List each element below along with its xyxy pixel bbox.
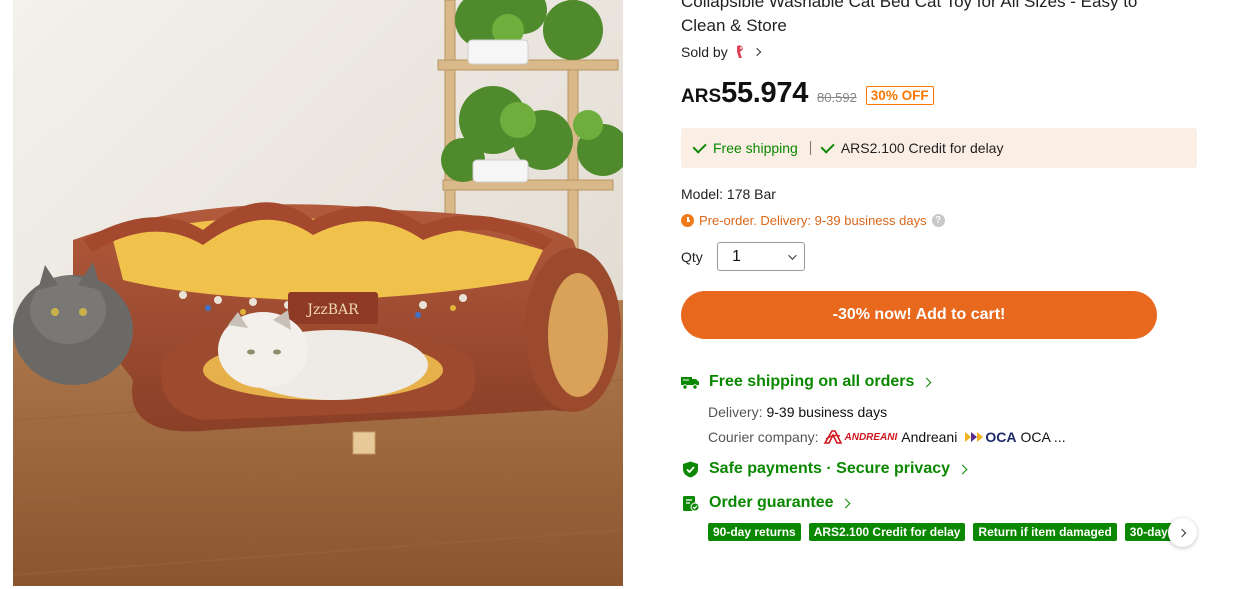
free-shipping-link[interactable]: Free shipping on all orders [681,373,932,391]
chevron-right-icon [921,377,932,387]
help-icon[interactable]: ? [931,214,945,227]
quantity-value: 1 [732,247,741,265]
guarantee-tag: Return if item damaged [973,523,1117,541]
oca-logo-text: OCA [985,429,1017,445]
oca-logo: OCA [965,429,1016,445]
preorder-note: Pre-order. Delivery: 9-39 business days … [681,213,945,228]
discount-badge: 30% OFF [865,86,934,105]
shield-check-icon [683,461,698,477]
courier-andreani: Andreani [901,429,958,445]
check-icon [692,139,707,154]
delivery-value: 9-39 business days [766,404,888,420]
divider [809,141,811,155]
image-brand-text: JzzBAR [305,302,359,318]
order-guarantee-link[interactable]: Order guarantee [681,494,851,512]
price-currency: ARS [681,86,722,107]
courier-line: Courier company: ANDREANI Andreani OCA O… [708,429,1066,445]
chevron-right-icon [1177,528,1186,537]
delivery-line: Delivery: 9-39 business days [708,404,887,420]
clock-icon [681,214,694,227]
delay-credit-text: ARS2.100 Credit for delay [840,140,1004,156]
seller-logo-icon[interactable] [733,44,747,60]
free-shipping-note: Free shipping [692,139,798,156]
courier-oca: OCA ... [1020,429,1066,445]
free-shipping-heading: Free shipping on all orders [709,373,915,390]
model-label: Model: 178 Bar [681,186,776,202]
guarantee-tag: ARS2.100 Credit for delay [808,523,966,541]
safe-payments-text: Safe payments · Secure privacy [709,460,951,477]
price-value: 55.974 [721,77,809,109]
delivery-label: Delivery: [708,404,763,420]
free-shipping-text: Free shipping [713,140,798,156]
truck-icon [681,376,699,390]
quantity-select[interactable]: 1 [717,242,805,271]
price-row: ARS 55.974 80.592 30% OFF [681,77,934,110]
delay-credit-note: ARS2.100 Credit for delay [820,139,1004,156]
qty-label: Qty [681,248,703,265]
original-price: 80.592 [817,90,857,105]
andreani-logo: ANDREANI [823,430,898,444]
chevron-right-icon [841,498,851,508]
courier-label: Courier company: [708,429,819,445]
order-guarantee-heading: Order guarantee [709,494,834,511]
add-to-cart-button[interactable]: -30% now! Add to cart! [681,291,1157,339]
sold-by-label: Sold by [681,44,728,60]
chevron-right-icon [957,464,968,474]
product-title: Collapsible Washable Cat Bed Cat Toy for… [681,0,1138,35]
guarantee-icon [683,495,700,511]
chevron-right-icon [752,47,761,57]
quantity-row: Qty 1 [681,242,805,271]
tags-next-button[interactable] [1168,518,1197,547]
preorder-text: Pre-order. Delivery: 9-39 business days [699,213,927,228]
product-image[interactable]: JzzBAR [13,0,623,586]
guarantee-tag: 90-day returns [708,523,801,541]
oca-mark-icon [965,432,984,442]
sold-by[interactable]: Sold by [681,44,761,60]
shipping-banner: Free shipping ARS2.100 Credit for delay [681,128,1197,168]
andreani-logo-text: ANDREANI [844,431,898,443]
check-icon [820,139,835,154]
chevron-down-icon [788,250,797,260]
safe-payments-link[interactable]: Safe payments · Secure privacy [681,460,968,478]
andreani-mark-icon [823,430,842,444]
product-photo: JzzBAR [13,0,623,586]
guarantee-tags: 90-day returns ARS2.100 Credit for delay… [708,523,1180,543]
